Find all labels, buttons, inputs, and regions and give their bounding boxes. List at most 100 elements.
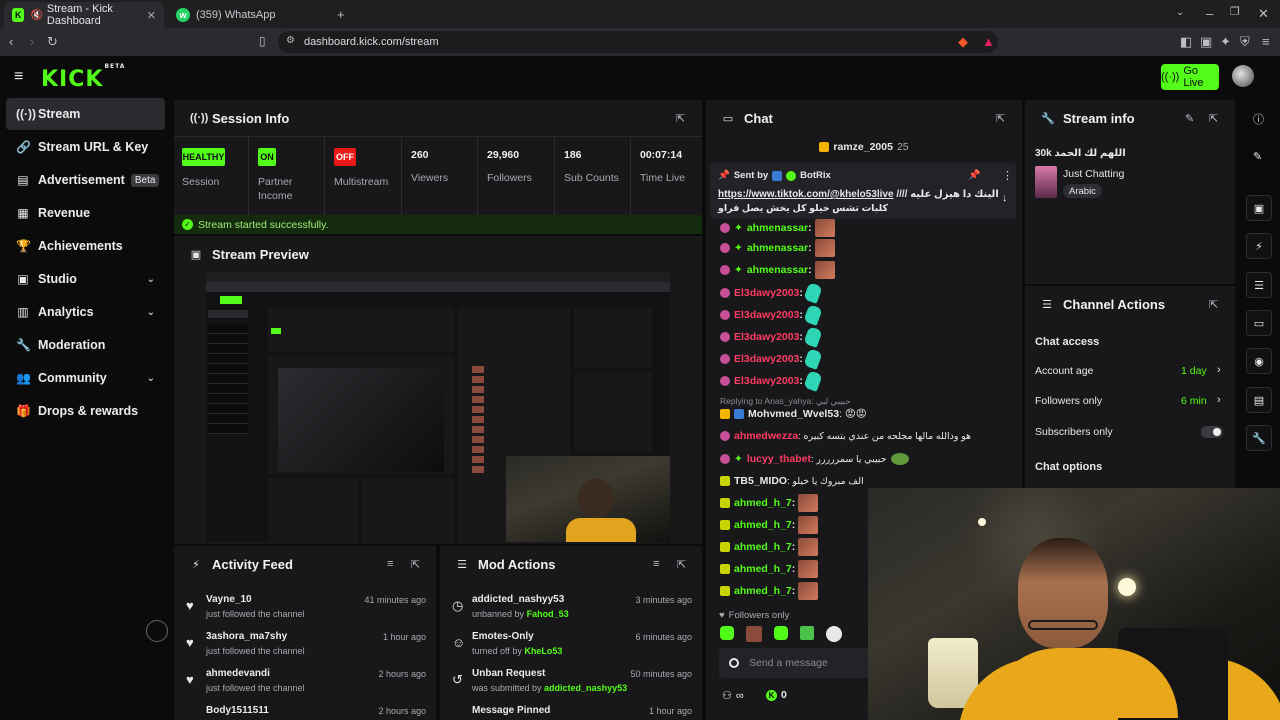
pin-action-icon[interactable]: 📌: [968, 170, 980, 181]
browser-tab-active[interactable]: K 🔇 Stream - Kick Dashboard ✕: [4, 2, 164, 28]
edit-icon[interactable]: ✎: [1253, 150, 1262, 163]
chat-username[interactable]: ahmenassar: [747, 264, 808, 276]
chat-username[interactable]: El3dawy2003: [734, 309, 799, 321]
filter-icon[interactable]: ≡: [653, 558, 659, 570]
forward-icon[interactable]: ›: [30, 35, 34, 48]
site-info-icon[interactable]: ⚙: [286, 36, 295, 46]
chat-username[interactable]: ahmedwezza: [734, 430, 798, 442]
back-icon[interactable]: ‹: [9, 35, 13, 48]
chat-input[interactable]: Send a message: [719, 648, 879, 678]
new-tab-icon[interactable]: +: [337, 8, 345, 21]
close-tab-icon[interactable]: ✕: [147, 9, 156, 22]
category-thumbnail[interactable]: [1035, 166, 1057, 198]
feed-username[interactable]: ahmedevandi: [206, 668, 270, 679]
more-options-icon[interactable]: ⋮: [1002, 169, 1013, 182]
chevron-right-icon[interactable]: ›: [1217, 364, 1221, 376]
sidebar-item-stream[interactable]: ((·)) Stream: [6, 98, 165, 130]
sidebar-item-advertisement[interactable]: ▤ Advertisement Beta: [6, 164, 165, 196]
expand-icon[interactable]: ⇱: [996, 112, 1005, 125]
collapse-icon[interactable]: ↓: [1002, 192, 1008, 204]
top-supporter-name[interactable]: ramze_2005: [833, 141, 893, 153]
broadcast-icon[interactable]: ◉: [1246, 348, 1272, 374]
chat-username[interactable]: TB5_MIDO: [734, 475, 787, 487]
chat-bubble-icon[interactable]: ▭: [1246, 310, 1272, 336]
pinned-link[interactable]: https://www.tiktok.com/@khelo53live: [718, 189, 894, 200]
address-bar[interactable]: ⚙ dashboard.kick.com/stream: [278, 31, 998, 53]
mod-action-by[interactable]: KheLo53: [524, 646, 562, 656]
chat-username[interactable]: ahmed_h_7: [734, 563, 792, 575]
chat-username[interactable]: El3dawy2003: [734, 331, 799, 343]
chat-username[interactable]: El3dawy2003: [734, 375, 799, 387]
emote-icon[interactable]: [800, 626, 814, 640]
expand-icon[interactable]: ⇱: [677, 558, 686, 571]
bookmark-icon[interactable]: ▯: [259, 35, 266, 47]
feed-username[interactable]: 3ashora_ma7shy: [206, 631, 287, 642]
emote-icon[interactable]: [720, 626, 734, 640]
browser-tab[interactable]: w (359) WhatsApp: [168, 2, 328, 28]
sidebar-item-studio[interactable]: ▣ Studio ⌄: [6, 263, 165, 295]
chat-username[interactable]: El3dawy2003: [734, 287, 799, 299]
user-avatar[interactable]: [1232, 65, 1254, 87]
points-counter[interactable]: K0: [766, 689, 787, 701]
expand-icon[interactable]: ⇱: [411, 558, 420, 571]
subscribers-only-toggle[interactable]: [1201, 426, 1223, 438]
stream-preview-video[interactable]: [206, 272, 670, 542]
stack-icon[interactable]: ▤: [1246, 387, 1272, 413]
account-age-value[interactable]: 1 day: [1181, 365, 1207, 377]
chat-username[interactable]: ahmed_h_7: [734, 519, 792, 531]
hamburger-menu-icon[interactable]: ≡: [14, 69, 23, 85]
users-icon[interactable]: ⚇: [722, 689, 732, 702]
sidebar-item-moderation[interactable]: 🔧 Moderation: [6, 329, 165, 361]
brave-shield-icon[interactable]: ◆: [958, 35, 968, 48]
expand-icon[interactable]: ⇱: [1209, 112, 1218, 125]
go-live-button[interactable]: ((·)) Go Live: [1161, 64, 1219, 90]
mod-action-by[interactable]: addicted_nashyy53: [544, 683, 627, 693]
list-icon[interactable]: ☰: [1246, 272, 1272, 298]
edit-icon[interactable]: ✎: [1185, 112, 1194, 125]
close-window-icon[interactable]: ✕: [1258, 7, 1269, 20]
expand-icon[interactable]: ⇱: [1209, 298, 1218, 311]
kick-logo[interactable]: KICKBETA: [41, 63, 125, 92]
chat-username[interactable]: ahmed_h_7: [734, 497, 792, 509]
sidebar-item-analytics[interactable]: ▥ Analytics ⌄: [6, 296, 165, 328]
sidebar-item-stream-url-key[interactable]: 🔗 Stream URL & Key: [6, 131, 165, 163]
expand-icon[interactable]: ⇱: [676, 112, 685, 125]
sidebar-toggle-icon[interactable]: ◧: [1180, 35, 1192, 48]
chat-username[interactable]: lucyy_thabet: [747, 453, 811, 465]
tab-search-icon[interactable]: ⌄: [1176, 8, 1184, 18]
emote-icon[interactable]: [826, 626, 842, 642]
lightning-icon[interactable]: ⚡: [1246, 233, 1272, 259]
feed-username[interactable]: Body1511511: [206, 705, 269, 716]
sidebar-item-achievements[interactable]: 🏆 Achievements: [6, 230, 165, 262]
mod-action-by[interactable]: Fahod_53: [527, 609, 569, 619]
leo-icon[interactable]: ✦: [1220, 35, 1231, 48]
chevron-right-icon[interactable]: ›: [1217, 394, 1221, 406]
chat-username[interactable]: ahmenassar: [747, 242, 808, 254]
mod-action-target[interactable]: addicted_nashyy53: [472, 594, 564, 605]
rewards-icon[interactable]: ▲: [982, 35, 995, 48]
feed-username[interactable]: Vayne_10: [206, 594, 252, 605]
video-icon[interactable]: ▣: [1246, 195, 1272, 221]
chat-username[interactable]: El3dawy2003: [734, 353, 799, 365]
sidebar-item-revenue[interactable]: ▦ Revenue: [6, 197, 165, 229]
emote-picker-icon[interactable]: [729, 658, 739, 668]
vpn-icon[interactable]: ⛨: [1240, 35, 1250, 48]
maximize-icon[interactable]: ❐: [1230, 7, 1240, 18]
chat-username[interactable]: Mohvmed_Wvel53: [748, 408, 839, 420]
filter-icon[interactable]: ≡: [387, 558, 393, 570]
sidebar-item-community[interactable]: 👥 Community ⌄: [6, 362, 165, 394]
infinity-icon[interactable]: ∞: [736, 690, 744, 702]
sidebar-item-drops-rewards[interactable]: 🎁 Drops & rewards: [6, 395, 165, 427]
chat-username[interactable]: ahmenassar: [747, 222, 808, 234]
reload-icon[interactable]: ↻: [47, 35, 58, 48]
chat-username[interactable]: ahmed_h_7: [734, 585, 792, 597]
category-name[interactable]: Just Chatting: [1063, 168, 1124, 180]
wallet-icon[interactable]: ▣: [1200, 35, 1212, 48]
menu-icon[interactable]: ≡: [1262, 35, 1270, 48]
wrench-icon[interactable]: 🔧: [1246, 425, 1272, 451]
minimize-icon[interactable]: –: [1206, 7, 1213, 20]
info-icon[interactable]: ⓘ: [1253, 111, 1264, 127]
emote-icon[interactable]: [746, 626, 762, 642]
pinned-sender[interactable]: BotRix: [800, 170, 831, 181]
followers-only-value[interactable]: 6 min: [1181, 395, 1207, 407]
